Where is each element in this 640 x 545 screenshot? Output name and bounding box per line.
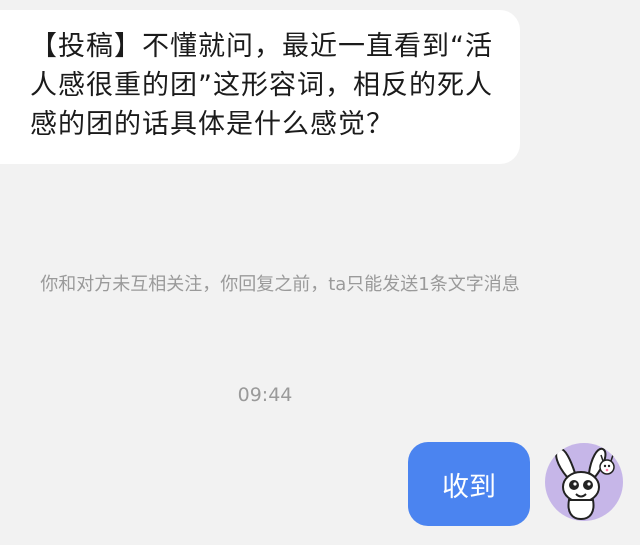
outgoing-message-text: 收到	[442, 471, 496, 503]
cartoon-rabbit-avatar-icon	[555, 447, 615, 521]
outgoing-message-bubble[interactable]: 收到	[408, 442, 530, 526]
system-notice: 你和对方未互相关注，你回复之前，ta只能发送1条文字消息	[40, 274, 520, 295]
incoming-message-bubble[interactable]: 【投稿】不懂就问，最近一直看到“活人感很重的团”这形容词，相反的死人感的团的话具…	[0, 10, 520, 164]
message-timestamp: 09:44	[237, 384, 293, 406]
avatar[interactable]	[545, 443, 623, 521]
incoming-message-text: 【投稿】不懂就问，最近一直看到“活人感很重的团”这形容词，相反的死人感的团的话具…	[30, 31, 493, 140]
